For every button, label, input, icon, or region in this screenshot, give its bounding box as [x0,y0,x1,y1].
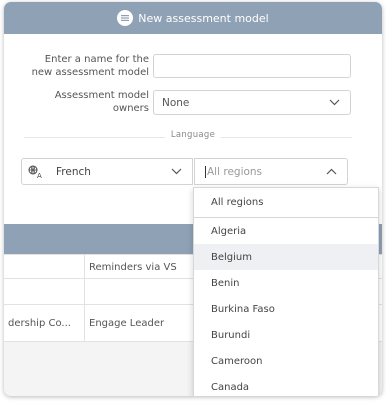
owners-label: Assessment model owners [9,89,149,115]
chevron-up-icon [326,168,337,174]
owners-label-line: Assessment model [54,90,149,101]
owners-select[interactable]: None [153,90,351,115]
language-section-title: Language [4,130,382,140]
app-window: Reminders via VS dership Co... Engage Le… [4,2,382,396]
region-option[interactable]: Cameroon [194,348,378,374]
region-option[interactable]: All regions [194,188,378,218]
table-cell [84,279,194,305]
region-placeholder: All regions [207,165,263,178]
name-label: Enter a name for the new assessment mode… [9,53,149,79]
table-cell: Engage Leader [84,305,194,341]
owners-value: None [162,96,190,109]
svg-text:A: A [37,172,42,179]
chevron-down-icon [329,99,340,105]
language-value: French [56,165,91,178]
text-cursor [205,165,206,178]
region-dropdown-list: All regions Algeria Belgium Benin Burkin… [193,187,379,396]
name-label-line: new assessment model [31,67,149,78]
table-cell: dership Co... [8,317,71,329]
name-label-line: Enter a name for the [44,54,149,65]
language-section-label: Language [164,130,222,140]
region-option[interactable]: Canada [194,374,378,396]
table-cell: Reminders via VS [84,255,194,279]
region-option[interactable]: Benin [194,270,378,296]
region-option[interactable]: Burkina Faso [194,296,378,322]
modal-title: New assessment model [138,11,269,25]
region-option[interactable]: Algeria [194,218,378,244]
table-cell [4,279,82,305]
translate-icon: A [28,165,42,179]
modal-header: New assessment model [4,2,382,34]
list-icon [117,10,134,26]
owners-label-line: owners [112,103,149,114]
table-cell [4,255,82,279]
region-select[interactable]: All regions [194,158,348,185]
model-name-input[interactable] [153,54,351,78]
region-option[interactable]: Burundi [194,322,378,348]
language-select[interactable]: A French [21,158,193,185]
chevron-down-icon [171,168,182,174]
region-option[interactable]: Belgium [194,244,378,270]
